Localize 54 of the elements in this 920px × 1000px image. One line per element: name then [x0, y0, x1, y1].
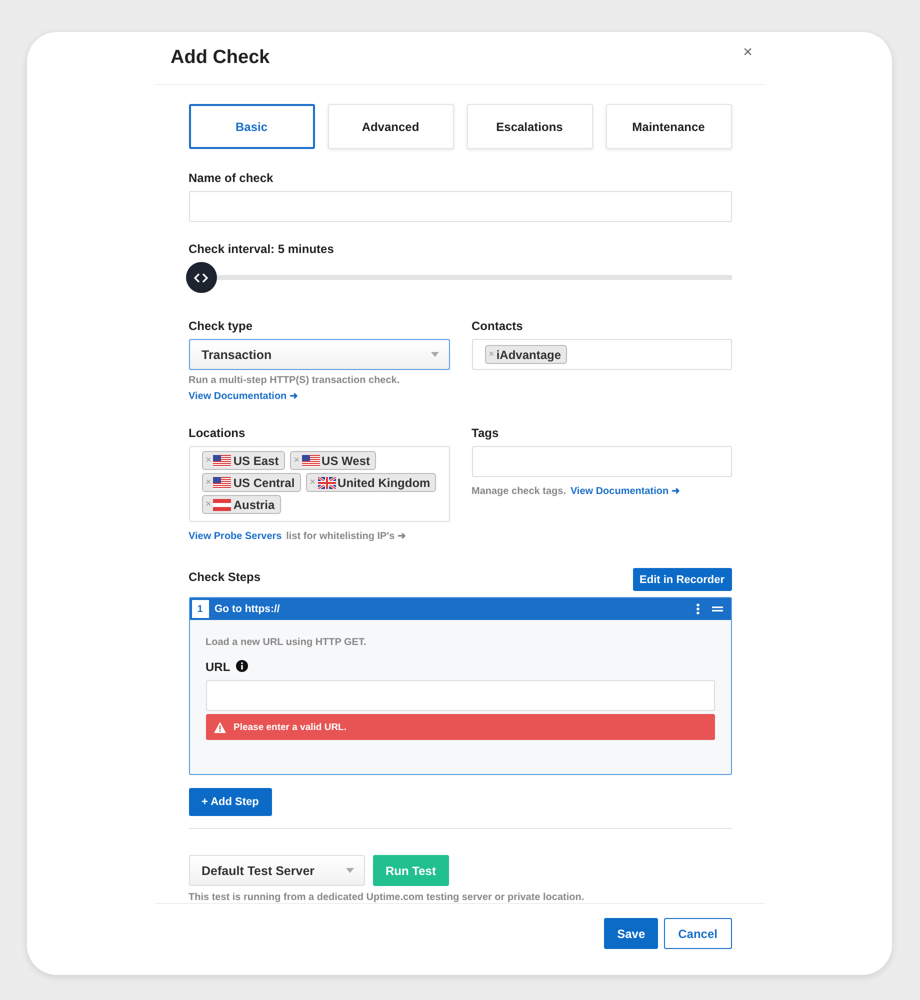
help-text: list for whitelisting IP's ➜	[286, 531, 406, 542]
info-icon[interactable]	[236, 660, 248, 672]
field-label: Tags	[472, 426, 500, 440]
field-label: Locations	[188, 426, 246, 440]
check-type-dropdown[interactable]: Transaction	[188, 339, 450, 370]
help-text: Run a multi-step HTTP(S) transaction check.	[188, 375, 401, 386]
location-chip: × US East	[202, 451, 285, 470]
flag-icon	[213, 476, 232, 489]
tab[interactable]: Maintenance	[606, 104, 732, 150]
flag-icon	[213, 498, 232, 511]
field-label: Check interval: 5 minutes	[188, 242, 335, 256]
more-icon[interactable]	[696, 603, 700, 616]
error-text: Please enter a valid URL.	[234, 722, 346, 733]
field-label: Name of check	[188, 171, 274, 186]
add-step-button[interactable]: + Add Step	[188, 788, 272, 816]
cancel-button[interactable]: Cancel	[664, 918, 732, 950]
flag-icon	[302, 454, 320, 467]
probe-servers-link[interactable]: View Probe Servers	[188, 531, 282, 542]
location-chip: × US Central	[202, 473, 301, 492]
dialog-title: Add Check	[170, 47, 270, 70]
field-label: URL	[206, 660, 230, 674]
help-text: Manage check tags.	[472, 486, 566, 498]
documentation-link[interactable]: View Documentation ➜	[570, 485, 680, 498]
step-number: 1	[192, 600, 208, 618]
contact-chip: × iAdvantage	[484, 345, 568, 364]
tab[interactable]: Escalations	[466, 104, 592, 150]
save-button[interactable]: Save	[604, 918, 658, 950]
edit-in-recorder-button[interactable]: Edit in Recorder	[632, 568, 732, 592]
slider-thumb[interactable]	[186, 262, 216, 294]
drag-handle-icon[interactable]	[712, 606, 722, 612]
section-label: Check Steps	[188, 570, 261, 584]
help-text: This test is running from a dedicated Uptime.com testing server or private location.	[188, 892, 586, 904]
step-title: Go to https://	[214, 603, 281, 616]
close-button[interactable]: ×	[743, 44, 752, 62]
field-label: Check type	[188, 319, 254, 334]
caret-icon	[346, 868, 354, 874]
documentation-link[interactable]: View Documentation ➜	[188, 390, 298, 402]
location-chip: × United Kingdom	[306, 473, 436, 492]
flag-icon	[318, 476, 336, 489]
url-input-field[interactable]	[206, 680, 714, 712]
location-chip: × US West	[290, 451, 376, 470]
step-header[interactable]: 1 Go to https://	[190, 598, 730, 620]
caret-icon	[430, 352, 438, 358]
tab[interactable]: Basic	[188, 104, 314, 150]
input-field[interactable]	[188, 191, 732, 222]
field-label: Contacts	[472, 319, 524, 334]
contacts-field[interactable]: × iAdvantage	[472, 339, 732, 370]
tags-field[interactable]	[472, 446, 732, 478]
test-server-dropdown[interactable]: Default Test Server	[188, 855, 364, 886]
flag-icon	[213, 454, 232, 467]
tab[interactable]: Advanced	[328, 104, 454, 150]
step-description: Load a new URL using HTTP GET.	[206, 637, 368, 648]
warning-icon	[214, 722, 226, 733]
location-chip: × Austria	[202, 495, 281, 514]
